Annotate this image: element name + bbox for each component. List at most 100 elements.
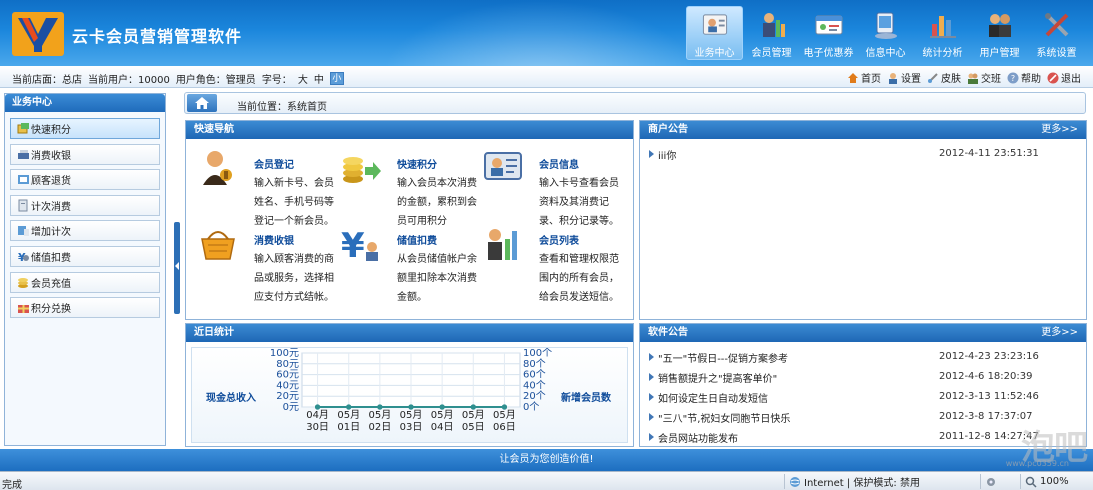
sidebar-item-label: 快速积分 — [31, 125, 71, 136]
software-notice-title: 软件公告 — [648, 327, 688, 338]
statistics-icon — [929, 16, 956, 38]
bullet-arrow-icon — [649, 150, 654, 158]
notice-title: "五一"节假日---促销方案参考 — [658, 353, 789, 365]
quick-member-info-button[interactable] — [483, 147, 523, 187]
help-link[interactable]: ? 帮助 — [1007, 70, 1041, 85]
y-tick-label-right: 40个 — [523, 379, 546, 391]
protected-mode-toggle[interactable] — [980, 474, 997, 489]
notice-item[interactable]: iii你 2012-4-11 23:51:31 — [649, 144, 1077, 164]
top-nav: 业务中心 会员管理 电子优惠券 信息中心 统计分析 用户管理 系统设置 — [686, 6, 1085, 62]
notice-item[interactable]: "五一"节假日---促销方案参考 2012-4-23 23:23:16 — [649, 347, 1077, 367]
software-notice-more-link[interactable]: 更多>> — [1041, 324, 1078, 342]
quick-title[interactable]: 会员列表 — [539, 232, 579, 247]
sidebar-item-recharge[interactable]: 会员充值 — [10, 271, 160, 293]
notice-item[interactable]: "三八"节,祝妇女同胞节日快乐 2012-3-8 17:37:07 — [649, 407, 1077, 427]
font-large-button[interactable]: 大 — [298, 71, 308, 86]
gear-icon — [987, 477, 995, 486]
current-user: 当前用户：10000 — [88, 75, 170, 86]
bullet-arrow-icon — [649, 433, 654, 441]
quick-nav-title: 快速导航 — [186, 121, 633, 139]
help-icon: ? — [1007, 72, 1019, 83]
notice-item[interactable]: 如何设定生日自动发短信 2012-3-13 11:52:46 — [649, 387, 1077, 407]
bullet-arrow-icon — [649, 393, 654, 401]
add-count-icon — [18, 226, 29, 237]
software-notice-header: 软件公告 更多>> — [640, 324, 1086, 342]
notice-date: 2012-4-11 23:51:31 — [939, 148, 1039, 159]
home-link[interactable]: 首页 — [847, 70, 881, 85]
sidebar-item-label: 顾客退货 — [31, 176, 71, 188]
stats-line-chart: 100元 100个 80元 80个 60元 60个 40元 40个 20元 20个 0元 0个 04月3… — [270, 348, 552, 433]
sidebar-item-count-consume[interactable]: 计次消费 — [10, 194, 160, 216]
font-medium-button[interactable]: 中 — [314, 71, 324, 86]
breadcrumb-home-button[interactable] — [187, 94, 217, 112]
skin-link[interactable]: 皮肤 — [927, 70, 961, 85]
x-tick-label-month: 05月 — [337, 409, 360, 421]
sidebar-item-add-count[interactable]: 增加计次 — [10, 220, 160, 242]
notice-date: 2012-4-23 23:23:16 — [939, 351, 1039, 362]
settings-link-label: 设置 — [901, 74, 921, 85]
stats-chart-area: 现金总收入 新增会员数 100元 100个 80元 80个 60元 60个 40元 40个 20… — [191, 347, 628, 443]
sidebar-item-points-redeem[interactable]: 积分兑换 — [10, 297, 160, 319]
settings-link[interactable]: 设置 — [887, 70, 921, 85]
sidebar-item-stored-value-deduct[interactable]: ¥ 储值扣费 — [10, 245, 160, 267]
series-point — [470, 404, 476, 410]
quick-title[interactable]: 快速积分 — [397, 156, 437, 171]
quick-title[interactable]: 消费收银 — [254, 232, 294, 247]
magnifier-icon — [1025, 476, 1037, 488]
quick-checkout-button[interactable] — [198, 223, 238, 263]
y-tick-label-right: 100个 — [523, 348, 552, 359]
notice-title: 会员网站功能发布 — [658, 433, 738, 445]
member-management-icon — [762, 13, 785, 37]
quick-title[interactable]: 会员信息 — [539, 156, 579, 171]
header-decoration — [380, 0, 700, 66]
notice-item[interactable]: 会员网站功能发布 2011-12-8 14:27:47 — [649, 427, 1077, 447]
quick-desc: 输入顾客消费的商品或服务，选择相应支付方式结帐。 — [254, 254, 334, 303]
sidebar-item-label: 积分兑换 — [31, 304, 71, 316]
notice-title: iii你 — [658, 150, 677, 162]
y-tick-label-right: 20个 — [523, 390, 546, 402]
y-tick-label-left: 40元 — [276, 380, 299, 391]
sidebar-item-label: 计次消费 — [31, 201, 71, 213]
sidebar-item-quick-points[interactable]: 快速积分 — [10, 118, 160, 139]
quick-points-button[interactable] — [341, 147, 381, 187]
user-settings-icon — [889, 72, 897, 84]
font-small-button[interactable]: 小 — [329, 72, 344, 85]
quick-title[interactable]: 储值扣费 — [397, 232, 437, 247]
merchant-notice-more-link[interactable]: 更多>> — [1041, 121, 1078, 139]
e-coupon-icon — [815, 15, 842, 35]
quick-member-register-button[interactable] — [198, 147, 238, 187]
app-title: 云卡会员营销管理软件 — [72, 27, 243, 46]
nav-e-coupon[interactable]: 电子优惠券 — [800, 6, 857, 60]
recent-stats-title: 近日统计 — [186, 324, 633, 342]
notice-item[interactable]: 销售额提升之"提高客单价" 2012-4-6 18:20:39 — [649, 367, 1077, 387]
sidebar-item-label: 增加计次 — [31, 227, 71, 239]
logout-link[interactable]: 退出 — [1047, 70, 1081, 85]
quick-nav-panel: 快速导航 会员登记 输入新卡号、会员姓名、手机号码等登记一个新会员。 快速积分 … — [185, 120, 634, 320]
nav-user-management[interactable]: 用户管理 — [971, 6, 1028, 60]
card-swipe-icon — [18, 149, 29, 159]
nav-member-management[interactable]: 会员管理 — [743, 6, 800, 60]
x-tick-label-month: 05月 — [368, 409, 391, 421]
quick-desc: 输入新卡号、会员姓名、手机号码等登记一个新会员。 — [254, 178, 334, 227]
quick-member-list-button[interactable] — [483, 223, 523, 263]
home-link-label: 首页 — [861, 74, 881, 85]
nav-business-center[interactable]: 业务中心 — [686, 6, 743, 60]
nav-info-center[interactable]: 信息中心 — [857, 6, 914, 60]
nav-statistics[interactable]: 统计分析 — [914, 6, 971, 60]
shift-link[interactable]: 交班 — [967, 70, 1001, 85]
zoom-level[interactable]: 100% — [1020, 474, 1069, 489]
sidebar-item-label: 消费收银 — [31, 150, 71, 162]
nav-system-settings[interactable]: 系统设置 — [1028, 6, 1085, 60]
coins-arrow-icon — [343, 157, 381, 183]
merchant-notice-panel: 商户公告 更多>> iii你 2012-4-11 23:51:31 — [639, 120, 1087, 320]
sidebar-title: 业务中心 — [5, 94, 165, 112]
sidebar-item-returns[interactable]: 顾客退货 — [10, 169, 160, 191]
return-icon — [18, 175, 29, 185]
header: 云卡会员营销管理软件 业务中心 会员管理 电子优惠券 信息中心 统计分析 用户管… — [0, 0, 1093, 66]
quick-title[interactable]: 会员登记 — [254, 156, 294, 171]
y-tick-label-left: 100元 — [270, 348, 299, 359]
sidebar: 业务中心 快速积分 消费收银 顾客退货 计次消费 增加计次 ¥ 储值扣费 会员充… — [4, 93, 166, 446]
sidebar-item-checkout[interactable]: 消费收银 — [10, 143, 160, 165]
y-tick-label-right: 0个 — [523, 401, 539, 413]
quick-stored-value-button[interactable]: ¥ — [341, 223, 381, 266]
